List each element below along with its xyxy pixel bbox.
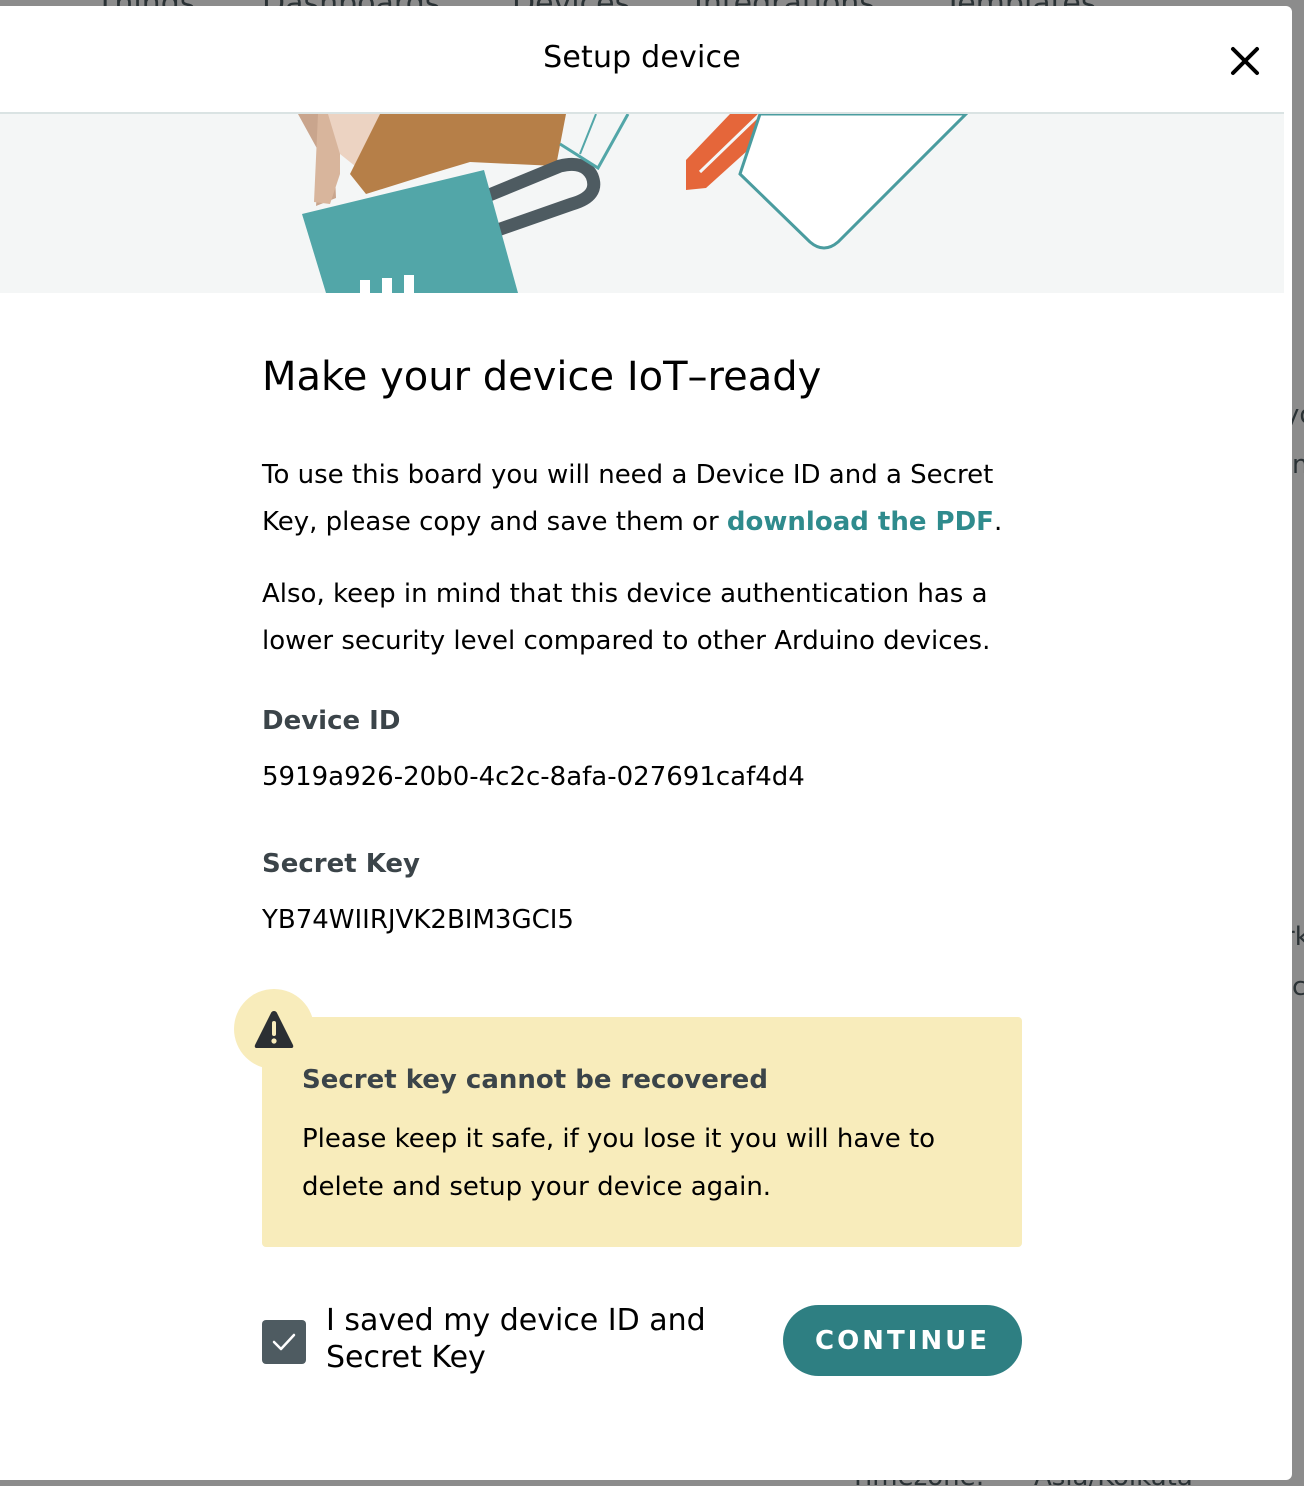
secret-key-value: YB74WIIRJVK2BIM3GCI5 (262, 905, 574, 935)
device-id-value: 5919a926-20b0-4c2c-8afa-027691caf4d4 (262, 762, 805, 792)
download-pdf-link[interactable]: download the PDF (727, 507, 994, 537)
checkbox-label[interactable]: I saved my device ID and Secret Key (326, 1302, 746, 1376)
modal-title: Setup device (543, 40, 741, 75)
continue-button[interactable]: CONTINUE (783, 1305, 1022, 1376)
device-id-label: Device ID (262, 706, 401, 736)
intro-period: . (993, 507, 1003, 537)
secret-key-label: Secret Key (262, 849, 420, 879)
warning-box: Secret key cannot be recovered Please ke… (262, 1017, 1022, 1247)
modal-header: Setup device (0, 6, 1284, 114)
intro-paragraph: To use this board you will need a Device… (262, 452, 1022, 546)
warning-title: Secret key cannot be recovered (302, 1065, 768, 1095)
warning-badge (234, 989, 314, 1069)
checkmark-icon (272, 1333, 296, 1351)
modal-heading: Make your device IoT–ready (262, 354, 822, 400)
warning-text: Please keep it safe, if you lose it you … (302, 1124, 936, 1202)
header-illustration (0, 114, 1284, 293)
padlock-illustration (298, 114, 969, 293)
close-icon (1231, 47, 1259, 75)
warning-icon (254, 1011, 294, 1048)
close-button[interactable] (1222, 38, 1268, 84)
saved-credentials-checkbox[interactable] (262, 1320, 306, 1364)
security-note: Also, keep in mind that this device auth… (262, 579, 991, 656)
setup-device-modal: Setup device (0, 6, 1292, 1480)
